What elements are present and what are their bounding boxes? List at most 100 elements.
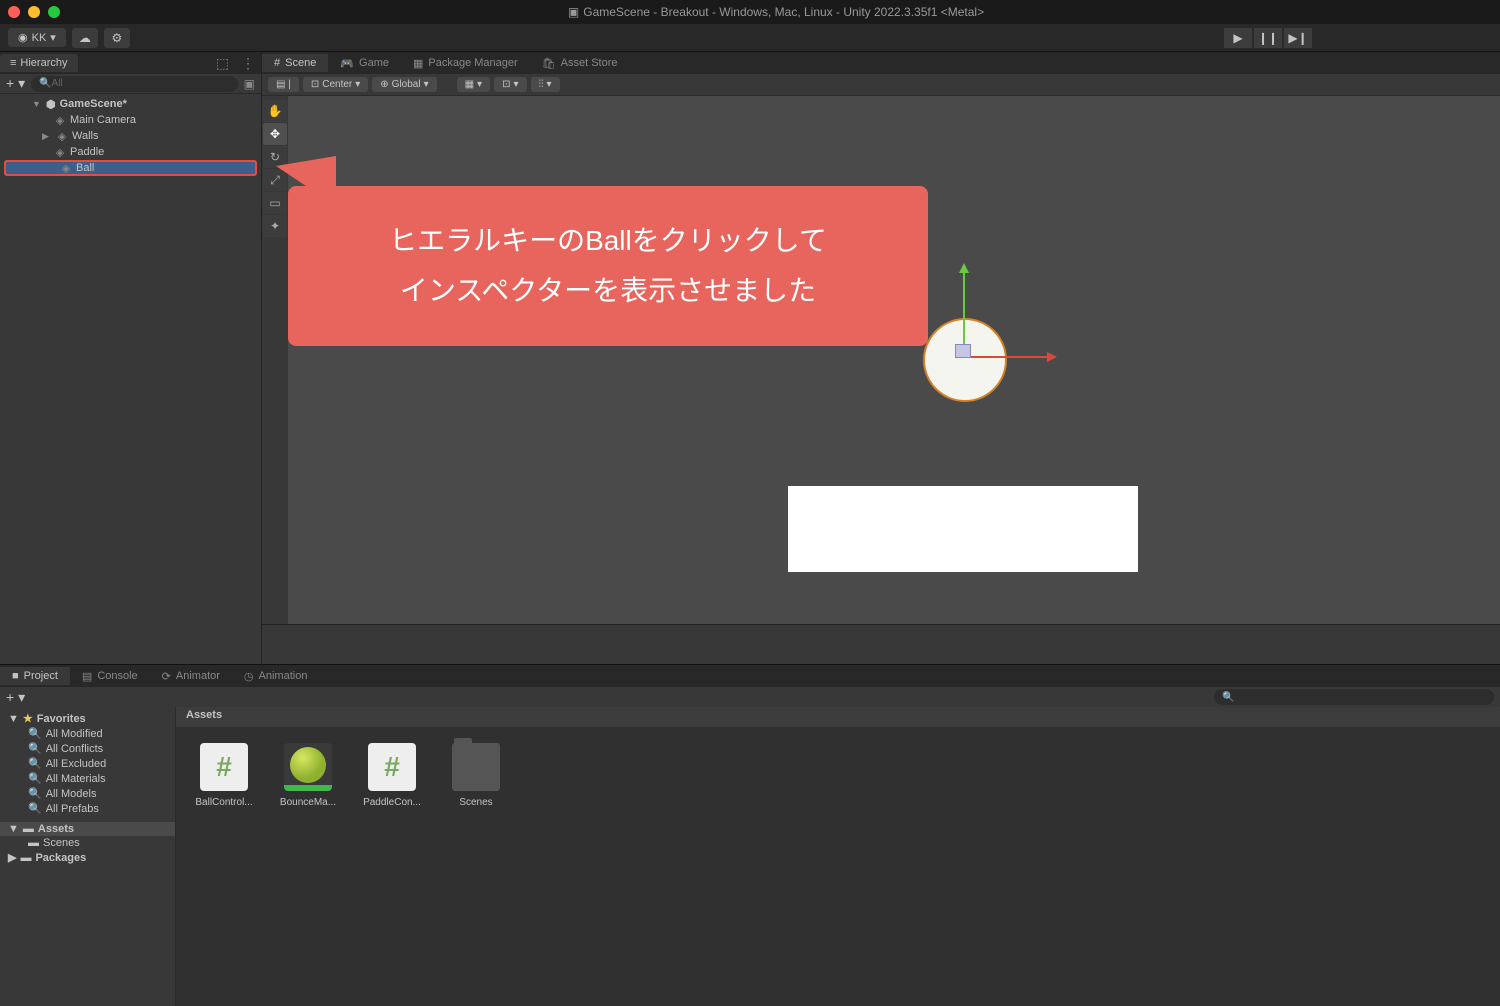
- gear-icon: ⚙: [111, 31, 122, 45]
- move-icon: ✥: [270, 127, 280, 141]
- animation-icon: ◷: [244, 670, 254, 683]
- hierarchy-panel: ≡Hierarchy ⬚ ⋮ + ▾ 🔍 All ▣ ▼ ⬢ GameScene…: [0, 52, 262, 664]
- settings-button[interactable]: ⚙: [104, 28, 130, 48]
- window-title: ▣GameScene - Breakout - Windows, Mac, Li…: [60, 5, 1492, 19]
- tab-project[interactable]: ■Project: [0, 667, 70, 685]
- favorite-all-models[interactable]: 🔍All Models: [0, 786, 175, 801]
- favorite-all-conflicts[interactable]: 🔍All Conflicts: [0, 741, 175, 756]
- transform-icon: ✦: [270, 219, 280, 233]
- hierarchy-tab[interactable]: ≡Hierarchy: [0, 54, 78, 72]
- project-tree: ▼★Favorites 🔍All Modified 🔍All Conflicts…: [0, 707, 176, 1006]
- callout-text-line2: インスペクターを表示させました: [400, 266, 816, 316]
- transform-tool[interactable]: ✦: [263, 215, 287, 237]
- hierarchy-scene-picker-icon[interactable]: ▣: [244, 77, 255, 91]
- pause-button[interactable]: ❙❙: [1254, 28, 1282, 48]
- scene-viewport[interactable]: ヒエラルキーのBallをクリックして インスペクターを表示させました: [288, 96, 1500, 624]
- folder-icon: ■: [12, 670, 19, 682]
- scene-grid-dropdown[interactable]: ▦ ▾: [457, 77, 490, 92]
- tab-package-manager[interactable]: ▦Package Manager: [401, 54, 530, 73]
- scene-snap-dropdown[interactable]: ⊡ ▾: [494, 77, 526, 92]
- hierarchy-add-button[interactable]: + ▾: [6, 75, 25, 92]
- project-add-button[interactable]: + ▾: [6, 689, 25, 706]
- account-button[interactable]: ◉KK▾: [8, 28, 66, 47]
- search-icon: 🔍: [28, 787, 42, 800]
- gameobject-icon: ◈: [54, 114, 66, 126]
- window-title-bar: ▣GameScene - Breakout - Windows, Mac, Li…: [0, 0, 1500, 24]
- asset-ballcontroller[interactable]: # BallControl...: [192, 743, 256, 808]
- hierarchy-item-paddle[interactable]: ◈ Paddle: [0, 144, 261, 160]
- search-icon: 🔍: [28, 772, 42, 785]
- scene-space-dropdown[interactable]: ⊕Global▾: [372, 77, 436, 92]
- maximize-window-button[interactable]: [48, 6, 60, 18]
- search-icon: 🔍: [28, 727, 42, 740]
- project-panel: ■Project ▤Console ⟳Animator ◷Animation +…: [0, 664, 1500, 1006]
- favorite-all-materials[interactable]: 🔍All Materials: [0, 771, 175, 786]
- tab-game[interactable]: 🎮Game: [328, 54, 401, 73]
- packages-folder[interactable]: ▶▬Packages: [0, 850, 175, 865]
- scene-toolbar-tool-icon[interactable]: ▤ |: [268, 77, 299, 92]
- hierarchy-item-walls[interactable]: ▶ ◈ Walls: [0, 128, 261, 144]
- tab-scene[interactable]: #Scene: [262, 54, 328, 72]
- favorite-all-prefabs[interactable]: 🔍All Prefabs: [0, 801, 175, 816]
- hand-icon: ✋: [268, 104, 283, 118]
- script-icon: #: [200, 743, 248, 791]
- assets-folder[interactable]: ▼▬Assets: [0, 822, 175, 836]
- script-icon: #: [368, 743, 416, 791]
- search-icon: 🔍: [28, 757, 42, 770]
- hierarchy-scene-root[interactable]: ▼ ⬢ GameScene*: [0, 96, 261, 112]
- asset-scenes-folder[interactable]: Scenes: [444, 743, 508, 808]
- minimize-window-button[interactable]: [28, 6, 40, 18]
- folder-icon: ▬: [28, 837, 39, 849]
- close-window-button[interactable]: [8, 6, 20, 18]
- cloud-button[interactable]: ☁: [72, 28, 98, 48]
- animator-icon: ⟳: [162, 670, 171, 683]
- gizmo-center[interactable]: [955, 344, 971, 358]
- move-tool[interactable]: ✥: [263, 123, 287, 145]
- step-button[interactable]: ▶❙: [1284, 28, 1312, 48]
- annotation-callout: ヒエラルキーのBallをクリックして インスペクターを表示させました: [288, 186, 928, 346]
- tab-animation[interactable]: ◷Animation: [232, 667, 320, 686]
- star-icon: ★: [23, 712, 33, 725]
- scene-object-paddle[interactable]: [788, 486, 1138, 572]
- scene-panel: #Scene 🎮Game ▦Package Manager 🛍Asset Sto…: [262, 52, 1500, 664]
- folder-icon: ▬: [23, 823, 34, 835]
- console-icon: ▤: [82, 670, 92, 683]
- favorites-header[interactable]: ▼★Favorites: [0, 711, 175, 726]
- hierarchy-menu-icon[interactable]: ⋮: [235, 55, 261, 72]
- hierarchy-item-ball[interactable]: ◈ Ball: [4, 160, 257, 176]
- scene-object-ball[interactable]: [923, 318, 1007, 402]
- increment-icon: ⫶⫶: [539, 79, 544, 90]
- assets-child-scenes[interactable]: ▬Scenes: [0, 836, 175, 850]
- search-icon: 🔍: [28, 802, 42, 815]
- favorite-all-excluded[interactable]: 🔍All Excluded: [0, 756, 175, 771]
- tab-asset-store[interactable]: 🛍Asset Store: [530, 54, 630, 73]
- callout-text-line1: ヒエラルキーのBallをクリックして: [389, 216, 827, 266]
- main-toolbar: ◉KK▾ ☁ ⚙ ▶ ❙❙ ▶❙: [0, 24, 1500, 52]
- hierarchy-search-input[interactable]: 🔍 All: [31, 76, 238, 92]
- hierarchy-lock-icon[interactable]: ⬚: [210, 55, 235, 72]
- gizmo-y-axis[interactable]: [963, 266, 965, 356]
- callout-arrow: [236, 156, 336, 206]
- asset-paddlecontroller[interactable]: # PaddleCon...: [360, 743, 424, 808]
- folder-icon: ▬: [20, 852, 31, 864]
- favorite-all-modified[interactable]: 🔍All Modified: [0, 726, 175, 741]
- gameobject-icon: ◈: [56, 130, 68, 142]
- search-icon: 🔍: [28, 742, 42, 755]
- unity-icon: ⬢: [46, 98, 56, 111]
- tab-animator[interactable]: ⟳Animator: [150, 667, 232, 686]
- grid-icon: ▦: [465, 79, 474, 90]
- gameobject-icon: ◈: [60, 162, 72, 174]
- hierarchy-item-main-camera[interactable]: ◈ Main Camera: [0, 112, 261, 128]
- scene-pivot-dropdown[interactable]: ⊡Center▾: [303, 77, 368, 92]
- project-search-input[interactable]: 🔍: [1214, 689, 1494, 705]
- hand-tool[interactable]: ✋: [263, 100, 287, 122]
- project-breadcrumb[interactable]: Assets: [176, 707, 1500, 727]
- material-icon: [284, 743, 332, 791]
- scene-footer: [262, 624, 1500, 664]
- asset-bouncematerial[interactable]: BounceMa...: [276, 743, 340, 808]
- gizmo-x-axis[interactable]: [964, 356, 1054, 358]
- tab-console[interactable]: ▤Console: [70, 667, 150, 686]
- snap-icon: ⊡: [502, 79, 510, 90]
- play-button[interactable]: ▶: [1224, 28, 1252, 48]
- scene-increment-dropdown[interactable]: ⫶⫶ ▾: [531, 77, 560, 92]
